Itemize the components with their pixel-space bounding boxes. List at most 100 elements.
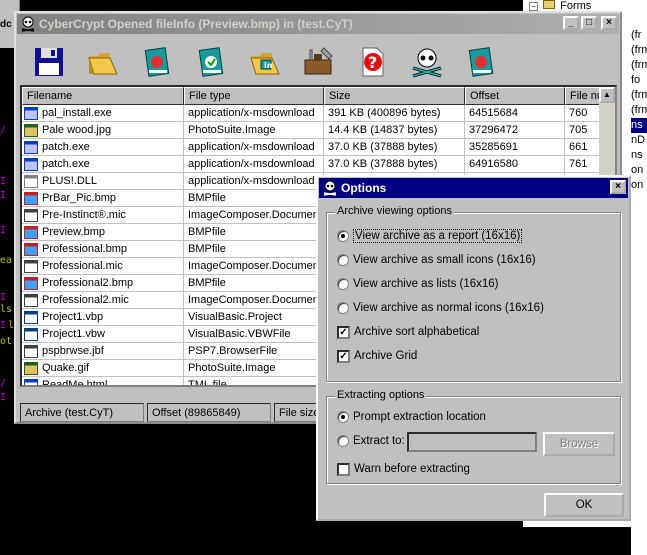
- tools-icon[interactable]: [292, 39, 346, 85]
- fragment: ns: [631, 149, 643, 161]
- folder-in-icon[interactable]: in: [238, 39, 292, 85]
- skull-icon[interactable]: [400, 39, 454, 85]
- main-toolbar: in ?: [22, 39, 508, 87]
- fragment: (frm: [631, 89, 647, 101]
- fragment: fo: [631, 74, 641, 86]
- file-icon: [24, 243, 38, 256]
- cell-filename: pal_install.exe: [22, 105, 184, 121]
- cell-filename-text: PrBar_Pic.bmp: [42, 192, 116, 204]
- table-row[interactable]: patch.exe application/x-msdownload 37.0 KB…: [22, 139, 615, 156]
- status-offset: Offset (89865849): [147, 403, 271, 422]
- file-icon: [24, 209, 38, 222]
- skull-icon: [323, 180, 337, 196]
- radio-view-small-icons[interactable]: View archive as small icons (16x16): [337, 252, 536, 268]
- cell-filename: Pre-Instinct®.mic: [22, 207, 184, 223]
- cell-filename-text: Professional2.mic: [42, 294, 129, 306]
- cell-filename-text: Pale wood.jpg: [42, 124, 112, 136]
- column-header-offset[interactable]: Offset: [465, 87, 565, 105]
- code-fragment: I: [0, 176, 7, 187]
- table-row[interactable]: pal_install.exe application/x-msdownload 3…: [22, 105, 615, 122]
- checkbox-archive-grid[interactable]: ✓ Archive Grid: [337, 348, 417, 364]
- radio-view-report[interactable]: View archive as a report (16x16): [337, 228, 523, 244]
- cell-filename: patch.exe: [22, 139, 184, 155]
- cell-filename-text: Preview.bmp: [42, 226, 105, 238]
- cell-file-type: BMPfile: [184, 190, 324, 206]
- column-header-size[interactable]: Size: [324, 87, 465, 105]
- code-fragment: I: [0, 190, 7, 201]
- radio-prompt-extraction[interactable]: Prompt extraction location: [337, 409, 486, 425]
- cell-file-type: ImageComposer.Document: [184, 258, 324, 274]
- browse-button[interactable]: Browse: [543, 432, 615, 456]
- file-icon: [24, 175, 38, 188]
- cell-filename-text: Professional.mic: [42, 260, 123, 272]
- checkbox-archive-grid-label: Archive Grid: [354, 350, 418, 362]
- file-icon: [24, 379, 38, 385]
- cell-filename: Professional2.mic: [22, 292, 184, 308]
- book-red-icon[interactable]: [130, 39, 184, 85]
- extract-to-path-field[interactable]: [407, 432, 537, 452]
- cell-offset: 35285691: [465, 139, 565, 155]
- fragment: (frm: [631, 59, 647, 71]
- archive-viewing-legend: Archive viewing options: [335, 205, 454, 217]
- book-cyan-icon[interactable]: [454, 39, 508, 85]
- extracting-options-legend: Extracting options: [335, 389, 427, 401]
- radio-icon: [337, 278, 349, 290]
- options-title-bar[interactable]: Options ×: [319, 178, 628, 198]
- code-fragment: ot: [0, 336, 13, 347]
- cell-offset: 64916580: [465, 156, 565, 172]
- cell-filename: Project1.vbw: [22, 326, 184, 342]
- cell-filename: Professional.mic: [22, 258, 184, 274]
- help-icon[interactable]: ?: [346, 39, 400, 85]
- options-dialog: Options × Archive viewing options View a…: [316, 175, 631, 521]
- radio-selected-icon: [337, 411, 349, 423]
- ok-button[interactable]: OK: [544, 493, 624, 517]
- radio-view-lists[interactable]: View archive as lists (16x16): [337, 276, 499, 292]
- fragment: (frm: [631, 44, 647, 56]
- radio-view-normal-icons[interactable]: View archive as normal icons (16x16): [337, 300, 544, 316]
- cell-file-type: VisualBasic.VBWFile: [184, 326, 324, 342]
- checkbox-warn-before-extracting[interactable]: Warn before extracting: [337, 461, 470, 477]
- column-header-filename[interactable]: Filename: [22, 87, 184, 105]
- options-close-button[interactable]: ×: [610, 180, 626, 194]
- cell-file-type: ImageComposer.Document: [184, 207, 324, 223]
- main-title-bar[interactable]: CyberCrypt Opened fileInfo (Preview.bmp)…: [17, 14, 619, 34]
- file-icon: [24, 345, 38, 358]
- table-row[interactable]: Pale wood.jpg PhotoSuite.Image 14.4 KB (14…: [22, 122, 615, 139]
- checkbox-sort-alphabetical[interactable]: ✓ Archive sort alphabetical: [337, 324, 479, 340]
- cell-size: 391 KB (400896 bytes): [324, 105, 465, 121]
- close-button[interactable]: ×: [601, 16, 617, 30]
- column-header-file-type[interactable]: File type: [184, 87, 324, 105]
- checkmark-icon: ✓: [337, 325, 350, 339]
- cell-filename: Professional.bmp: [22, 241, 184, 257]
- minimize-button[interactable]: _: [563, 16, 579, 30]
- fragment: on (fo: [631, 179, 647, 191]
- cell-filename-text: PLUS!.DLL: [42, 175, 98, 187]
- radio-selected-icon: [337, 230, 349, 242]
- file-icon: [24, 226, 38, 239]
- radio-icon: [337, 254, 349, 266]
- scroll-up-icon[interactable]: ▲: [599, 87, 615, 103]
- radio-extract-to[interactable]: Extract to:: [337, 433, 405, 449]
- cell-file-type: BMPfile: [184, 241, 324, 257]
- folder-open-icon[interactable]: [76, 39, 130, 85]
- cell-offset: 37296472: [465, 122, 565, 138]
- cell-filename: Professional2.bmp: [22, 275, 184, 291]
- floppy-disk-icon[interactable]: [22, 39, 76, 85]
- book-green-icon[interactable]: [184, 39, 238, 85]
- table-row[interactable]: patch.exe application/x-msdownload 37.0 KB…: [22, 156, 615, 173]
- file-icon: [24, 107, 38, 120]
- cell-filename-text: Project1.vbw: [42, 328, 105, 340]
- code-fragment: I: [0, 292, 7, 303]
- cell-filename-text: patch.exe: [42, 141, 90, 153]
- tree-expander-icon[interactable]: −: [529, 2, 538, 11]
- cell-size: 37.0 KB (37888 bytes): [324, 139, 465, 155]
- cell-file-type: ImageComposer.Document: [184, 292, 324, 308]
- background-fragment-column: (fr (frm (frm fo (frm (frm ns nD ns on (…: [631, 28, 647, 555]
- maximize-button[interactable]: □: [581, 16, 597, 30]
- radio-icon: [337, 302, 349, 314]
- cell-filename: pspbrwse.jbf: [22, 343, 184, 359]
- radio-extract-to-label: Extract to:: [353, 435, 405, 447]
- checkbox-icon: [337, 462, 350, 476]
- cell-file-type: TML file: [184, 377, 324, 385]
- code-fragment: I: [0, 320, 7, 331]
